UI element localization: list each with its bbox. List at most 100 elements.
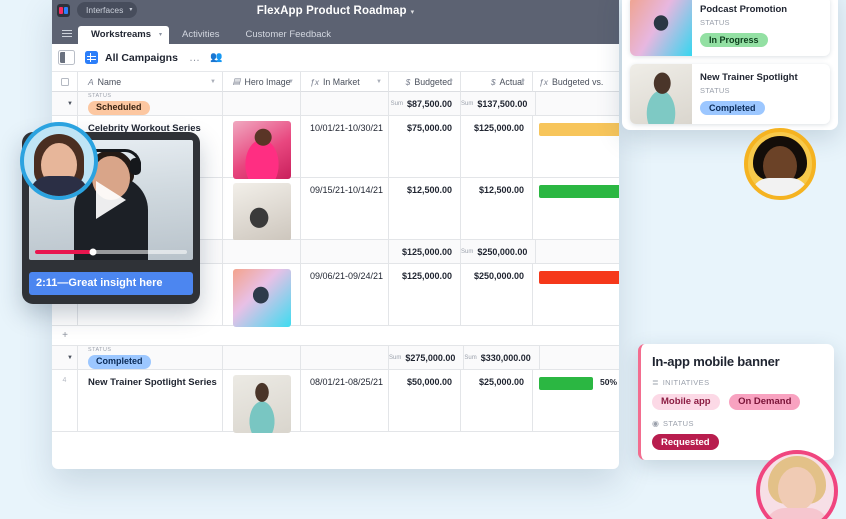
app-titlebar: Interfaces FlexApp Product Roadmap▾ — [52, 0, 619, 22]
view-name[interactable]: All Campaigns — [105, 52, 178, 64]
record-name: New Trainer Spotlight Series — [88, 377, 217, 388]
cell-actual[interactable]: $250,000.00 — [461, 264, 533, 326]
view-toolbar: All Campaigns … 👥 — [52, 44, 619, 72]
column-header-budgeted[interactable]: $ Budgeted ▼ — [389, 72, 461, 92]
headphone-right-icon — [130, 158, 141, 175]
cell-hero-image[interactable] — [223, 370, 301, 433]
group-bvsa-cell — [536, 240, 619, 264]
column-type-icon: ƒx — [310, 76, 319, 87]
cell-actual[interactable]: $25,000.00 — [461, 370, 533, 432]
sidebar-toggle-icon[interactable] — [58, 50, 75, 65]
initiatives-pills: Mobile app On Demand — [652, 391, 823, 410]
chevron-down-icon[interactable]: ▼ — [288, 79, 294, 85]
column-header-actual[interactable]: $ Actual ▼ — [461, 72, 533, 92]
sum-budgeted-value: $125,000.00 — [401, 246, 452, 257]
group-header-row[interactable]: ▼ STATUS Scheduled Sum $87,500.00 Sum $137,500… — [52, 92, 619, 116]
status-label: STATUS — [662, 418, 694, 428]
avatar-orange[interactable] — [744, 128, 816, 200]
column-header-hero-image[interactable]: ▤ Hero Image ▼ — [223, 72, 301, 92]
chevron-down-icon[interactable]: ▼ — [520, 79, 526, 85]
record-mini-card[interactable]: Podcast Promotion STATUS In Progress — [630, 0, 830, 56]
sum-actual-value: $137,500.00 — [477, 98, 528, 109]
group-status-badge: Completed — [88, 354, 151, 369]
video-progress-knob[interactable] — [89, 248, 97, 256]
video-caption[interactable]: 2:11—Great insight here — [29, 272, 193, 295]
record-mini-card[interactable]: New Trainer Spotlight STATUS Completed — [630, 64, 830, 124]
group-collapse-toggle[interactable]: ▼ — [52, 346, 78, 370]
progress-bar — [539, 123, 619, 136]
cell-in-market[interactable]: 10/01/21-10/30/21 — [301, 116, 389, 178]
cell-budgeted[interactable]: $12,500.00 — [389, 178, 461, 240]
sum-actual-value: $330,000.00 — [480, 352, 531, 363]
table-row[interactable]: 4 New Trainer Spotlight Series 08/01/21-08… — [52, 370, 619, 433]
status-badge[interactable]: Requested — [652, 434, 719, 450]
column-header-budgeted-vs[interactable]: ƒxBudgeted vs.▼ — [533, 72, 619, 92]
sum-label: Sum — [389, 354, 402, 361]
group-header-row[interactable]: ▼ STATUS Completed Sum $275,000.00 Sum $330,00… — [52, 346, 619, 370]
avatar-face — [778, 467, 816, 511]
cell-budgeted-vs-actual[interactable] — [533, 116, 619, 178]
chevron-down-icon[interactable]: ▼ — [210, 79, 216, 85]
group-hero-cell — [223, 92, 301, 116]
play-icon[interactable] — [96, 181, 126, 219]
cell-hero-image[interactable] — [223, 178, 301, 241]
video-progress-fill — [35, 250, 93, 254]
record-detail-card: In-app mobile banner ≣ INITIATIVES Mobil… — [638, 344, 834, 460]
chevron-down-icon[interactable]: ▼ — [448, 79, 454, 85]
cell-budgeted-vs-actual[interactable]: 100% — [533, 178, 619, 240]
title-caret-icon[interactable]: ▾ — [411, 9, 415, 16]
tab-customer-feedback[interactable]: Customer Feedback — [233, 26, 345, 44]
column-header-label: Hero Image — [244, 76, 291, 87]
cell-in-market[interactable]: 09/15/21-10/14/21 — [301, 178, 389, 240]
select-all-checkbox[interactable] — [52, 72, 78, 92]
record-status-badge: Completed — [700, 100, 765, 115]
more-options-icon[interactable]: … — [189, 52, 201, 64]
cell-budgeted[interactable]: $50,000.00 — [389, 370, 461, 432]
group-hero-cell — [223, 240, 301, 264]
cell-budgeted[interactable]: $125,000.00 — [389, 264, 461, 326]
cell-in-market[interactable]: 09/06/21-09/24/21 — [301, 264, 389, 326]
progress-bar — [539, 185, 619, 198]
status-circle-icon: ◉ — [652, 418, 659, 428]
tab-workstreams[interactable]: Workstreams — [78, 26, 170, 44]
group-collapse-toggle[interactable]: ▼ — [52, 92, 78, 116]
sum-label: Sum — [461, 100, 474, 107]
group-sum-actual: Sum $250,000.00 — [461, 240, 537, 264]
cell-budgeted-vs-actual[interactable]: 50% — [533, 370, 619, 432]
row-number: 4 — [52, 370, 78, 432]
tab-activities[interactable]: Activities — [169, 26, 232, 44]
grid-view-icon — [85, 51, 98, 64]
actual-value: $250,000.00 — [473, 271, 524, 281]
group-bvsa-cell — [536, 92, 619, 116]
avatar-pink[interactable] — [756, 450, 838, 519]
actual-value: $12,500.00 — [478, 185, 524, 195]
column-header-in-market[interactable]: ƒx In Market ▼ — [301, 72, 389, 92]
status-field-header: ◉ STATUS — [652, 419, 823, 428]
column-header-name[interactable]: A Name ▼ — [78, 72, 223, 92]
speaker-avatar[interactable] — [20, 122, 98, 200]
cell-hero-image[interactable] — [223, 116, 301, 179]
cell-actual[interactable]: $125,000.00 — [461, 116, 533, 178]
collaborators-icon[interactable]: 👥 — [210, 52, 222, 63]
group-status-cell: STATUS Scheduled — [78, 92, 223, 116]
record-title: New Trainer Spotlight — [700, 72, 798, 84]
cell-actual[interactable]: $12,500.00 — [461, 178, 533, 240]
cell-budgeted[interactable]: $75,000.00 — [389, 116, 461, 178]
record-card-stack: Podcast Promotion STATUS In Progress New Tr… — [622, 0, 838, 130]
page-title-text: FlexApp Product Roadmap — [256, 5, 407, 17]
video-progress-bar[interactable] — [35, 248, 187, 256]
hero-image-thumbnail — [232, 183, 291, 241]
group-sum-actual: Sum $137,500.00 — [461, 92, 537, 116]
add-row-button[interactable]: + — [52, 326, 619, 346]
cell-hero-image[interactable] — [223, 264, 301, 327]
initiative-pill-on-demand[interactable]: On Demand — [729, 393, 801, 410]
cell-budgeted-vs-actual[interactable]: 200% — [533, 264, 619, 326]
in-market-value: 10/01/21-10/30/21 — [310, 123, 384, 133]
group-field-key: STATUS — [88, 346, 112, 353]
hamburger-menu-icon[interactable] — [56, 22, 78, 44]
cell-in-market[interactable]: 08/01/21-08/25/21 — [301, 370, 389, 432]
cell-name[interactable]: New Trainer Spotlight Series — [78, 370, 223, 432]
initiative-pill-mobile-app[interactable]: Mobile app — [652, 393, 720, 410]
group-sum-actual: Sum $330,000.00 — [464, 346, 540, 370]
chevron-down-icon[interactable]: ▼ — [376, 79, 382, 85]
